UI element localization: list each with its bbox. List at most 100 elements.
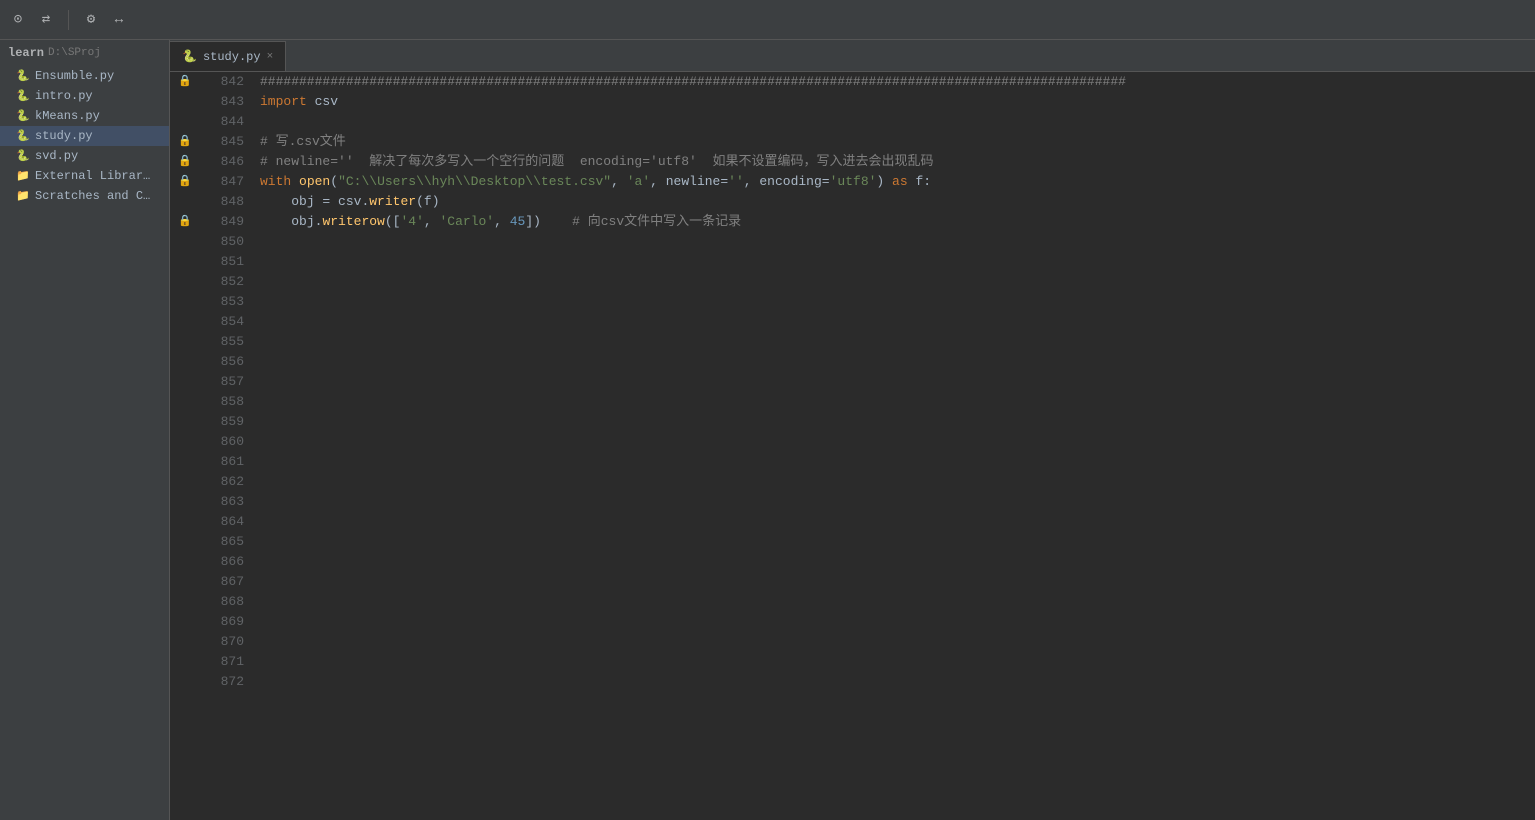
gutter-867 [170, 572, 200, 592]
line-num-872: 872 [200, 672, 244, 692]
sidebar-label-intro: intro.py [35, 89, 93, 103]
main-layout: learn D:\SProj 🐍 Ensumble.py 🐍 intro.py … [0, 40, 1535, 820]
var-obj1: obj [291, 192, 314, 212]
code-line-872 [260, 672, 1535, 692]
line-num-847: 847 [200, 172, 244, 192]
toolbar-icon-gear[interactable]: ⚙ [81, 10, 101, 30]
lock-icon-846: 🔒 [178, 152, 192, 172]
folder-icon-scratches: 📁 [16, 189, 30, 203]
gutter-866 [170, 552, 200, 572]
gutter-850 [170, 232, 200, 252]
code-line-859 [260, 412, 1535, 432]
sidebar-item-scratches[interactable]: 📁 Scratches and C… [0, 186, 169, 206]
gutter-849: 🔒 [170, 212, 200, 232]
line-num-855: 855 [200, 332, 244, 352]
line-num-857: 857 [200, 372, 244, 392]
line-num-858: 858 [200, 392, 244, 412]
sidebar: learn D:\SProj 🐍 Ensumble.py 🐍 intro.py … [0, 40, 170, 820]
sidebar-label-ensumble: Ensumble.py [35, 69, 114, 83]
code-line-856 [260, 352, 1535, 372]
str-path: "C:\\Users\\hyh\\Desktop\\test.csv" [338, 172, 611, 192]
code-line-848: obj = csv . writer ( f ) [260, 192, 1535, 212]
kw-as: as [892, 172, 908, 192]
sidebar-label-svd: svd.py [35, 149, 78, 163]
gutter-871 [170, 652, 200, 672]
line-num-861: 861 [200, 452, 244, 472]
str-a: 'a' [627, 172, 650, 192]
code-line-857 [260, 372, 1535, 392]
line-num-851: 851 [200, 252, 244, 272]
tab-close-button[interactable]: × [267, 51, 274, 63]
gutter-851 [170, 252, 200, 272]
line-num-869: 869 [200, 612, 244, 632]
code-line-843: import csv [260, 92, 1535, 112]
var-f: f: [915, 172, 931, 192]
gutter-857 [170, 372, 200, 392]
gutter-852 [170, 272, 200, 292]
sidebar-item-study[interactable]: 🐍 study.py [0, 126, 169, 146]
toolbar-icon-split[interactable]: ⇄ [36, 10, 56, 30]
line-num-848: 848 [200, 192, 244, 212]
var-newline: newline [666, 172, 721, 192]
code-line-845: # 写.csv文件 [260, 132, 1535, 152]
code-line-861 [260, 452, 1535, 472]
sidebar-item-svd[interactable]: 🐍 svd.py [0, 146, 169, 166]
var-f2: f [424, 192, 432, 212]
code-line-847: with open ( "C:\\Users\\hyh\\Desktop\\te… [260, 172, 1535, 192]
editor-body: 🔒 🔒 🔒 🔒 🔒 [170, 72, 1535, 820]
gutter-862 [170, 472, 200, 492]
var-encoding: encoding [759, 172, 821, 192]
gutter-868 [170, 592, 200, 612]
line-num-843: 843 [200, 92, 244, 112]
line-num-870: 870 [200, 632, 244, 652]
code-line-869 [260, 612, 1535, 632]
gutter-845: 🔒 [170, 132, 200, 152]
line-num-850: 850 [200, 232, 244, 252]
tab-study[interactable]: 🐍 study.py × [170, 41, 286, 71]
code-line-849: 💡 obj . writerow ([ '4' , 'Carlo' , 45 ]… [260, 212, 1535, 232]
sidebar-item-external[interactable]: 📁 External Librar… [0, 166, 169, 186]
code-line-865 [260, 532, 1535, 552]
module-csv2: csv [338, 192, 361, 212]
code-line-867 [260, 572, 1535, 592]
comment-845: # 写.csv文件 [260, 132, 346, 152]
gutter-848 [170, 192, 200, 212]
lock-icon-847: 🔒 [178, 172, 192, 192]
gutter-861 [170, 452, 200, 472]
gutter-872 [170, 672, 200, 692]
toolbar: ⊙ ⇄ ⚙ ↔ [0, 0, 1535, 40]
code-line-851 [260, 252, 1535, 272]
tab-label: study.py [203, 50, 261, 64]
sidebar-item-intro[interactable]: 🐍 intro.py [0, 86, 169, 106]
code-line-846: # newline='' 解决了每次多写入一个空行的问题 encoding='u… [260, 152, 1535, 172]
gutter-859 [170, 412, 200, 432]
func-writerow: writerow [322, 212, 384, 232]
str-4: '4' [400, 212, 423, 232]
code-line-850 [260, 232, 1535, 252]
module-csv: csv [315, 92, 338, 112]
toolbar-icon-settings[interactable]: ⊙ [8, 10, 28, 30]
line-num-849: 849 [200, 212, 244, 232]
line-num-844: 844 [200, 112, 244, 132]
line-num-854: 854 [200, 312, 244, 332]
sidebar-header: learn D:\SProj [0, 40, 169, 66]
code-line-852 [260, 272, 1535, 292]
code-line-864 [260, 512, 1535, 532]
str-utf8: 'utf8' [830, 172, 877, 192]
line-num-856: 856 [200, 352, 244, 372]
sidebar-item-ensumble[interactable]: 🐍 Ensumble.py [0, 66, 169, 86]
code-line-854 [260, 312, 1535, 332]
gutter-843 [170, 92, 200, 112]
python-icon-svd: 🐍 [16, 149, 30, 163]
sidebar-item-kmeans[interactable]: 🐍 kMeans.py [0, 106, 169, 126]
gutter-842: 🔒 [170, 72, 200, 92]
gutter-area: 🔒 🔒 🔒 🔒 🔒 [170, 72, 200, 820]
gutter-865 [170, 532, 200, 552]
line-num-842: 842 [200, 72, 244, 92]
line-num-862: 862 [200, 472, 244, 492]
code-area[interactable]: ########################################… [252, 72, 1535, 820]
lock-icon-849: 🔒 [178, 212, 192, 232]
toolbar-icon-arrows[interactable]: ↔ [109, 10, 129, 30]
num-45: 45 [510, 212, 526, 232]
bulb-icon-849: 💡 [252, 214, 255, 234]
